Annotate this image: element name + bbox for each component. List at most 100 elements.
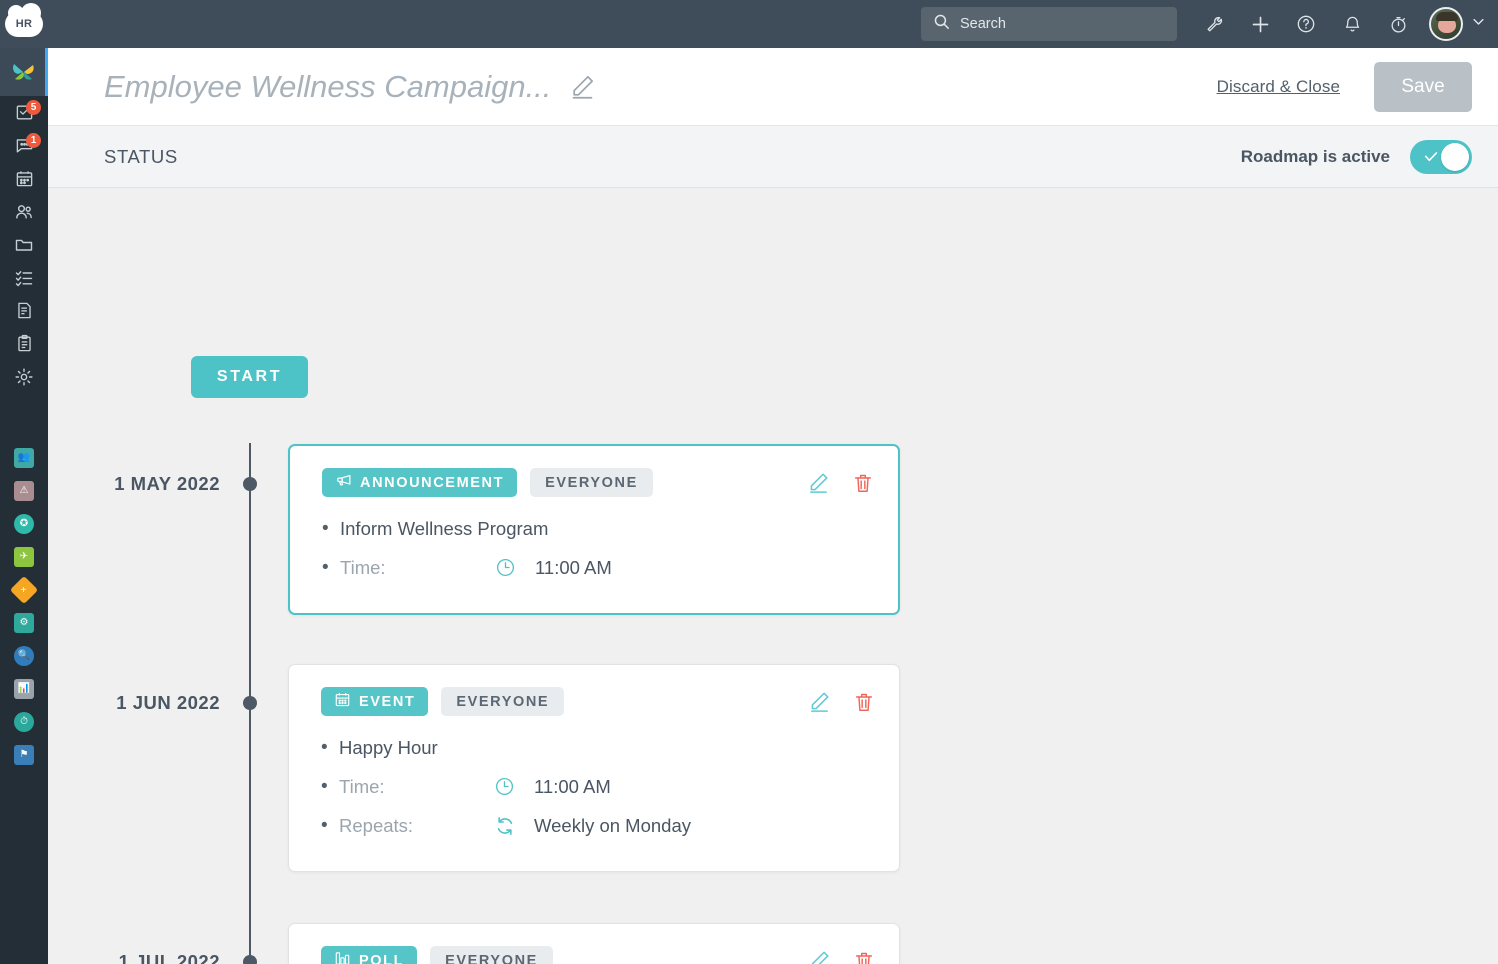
card-title-line: • Happy Hour [321,728,867,767]
card-header: POLL EVERYONE [289,924,899,964]
card-header: EVENT EVERYONE [289,665,899,716]
clock-icon [495,557,535,578]
help-circle-icon[interactable] [1283,0,1329,48]
sidebar-badge-inbox: 5 [26,100,41,115]
card-field-row: • Time: 11:00 AM [322,548,866,587]
card-body: • Happy Hour • Time: 11:00 AM • Repeats:… [289,716,899,871]
timeline-date: 1 JUN 2022 [116,692,220,713]
butterfly-logo-icon[interactable] [0,48,48,96]
trash-icon[interactable] [852,472,874,494]
chevron-down-icon[interactable] [1471,14,1486,34]
avatar[interactable] [1429,7,1463,41]
save-button[interactable]: Save [1374,61,1472,112]
start-button[interactable]: START [191,356,308,398]
timeline-date: 1 MAY 2022 [114,473,220,494]
card-header: ANNOUNCEMENT EVERYONE [290,446,898,497]
sidebar-item-folder[interactable] [0,228,48,261]
roadmap-timeline: START 1 MAY 2022 ANNOUNCEMENT EVERYONE •… [48,188,1498,964]
card-field-key: Time: [340,556,386,578]
clock-icon [494,776,534,797]
bullet-icon: • [321,737,328,758]
timeline-dot [243,955,257,964]
main-content: Employee Wellness Campaign... Discard & … [48,48,1498,964]
bell-icon[interactable] [1329,0,1375,48]
card-type-label: EVENT [359,693,416,710]
bullet-icon: • [321,776,328,797]
sidebar-item-document[interactable] [0,294,48,327]
card-field-value: Weekly on Monday [534,814,691,836]
card-actions [808,690,875,713]
card-field-key: Time: [339,775,385,797]
pencil-icon[interactable] [808,690,831,713]
bullet-icon: • [322,557,329,578]
card-audience-badge: EVERYONE [430,946,553,964]
card-title: Inform Wellness Program [340,517,549,539]
brand-logo-text: HR [15,18,33,30]
campaign-title-bar: Employee Wellness Campaign... Discard & … [48,48,1498,126]
page-title: Employee Wellness Campaign... [104,68,552,104]
sidebar-badge-chat: 1 [26,133,41,148]
timeline-date: 1 JUL 2022 [118,951,220,964]
toggle-knob [1441,142,1469,171]
card-type-label: POLL [359,952,405,964]
app-time-icon[interactable]: ⏱ [0,705,48,738]
sidebar-item-inbox[interactable]: 5 [0,96,48,129]
status-label: STATUS [104,145,178,167]
timeline-dot [243,696,257,710]
top-navigation-bar: HR Search [0,0,1498,48]
timer-icon[interactable] [1375,0,1421,48]
card-type-badge: EVENT [321,687,429,716]
app-alert-icon[interactable]: ⚠ [0,474,48,507]
app-flag-icon[interactable]: ⚑ [0,738,48,771]
sidebar-item-checklist[interactable] [0,261,48,294]
card-type-badge: POLL [321,946,418,964]
roadmap-active-label: Roadmap is active [1240,146,1390,166]
megaphone-icon [335,472,352,493]
pencil-icon[interactable] [569,73,596,100]
search-input[interactable]: Search [921,7,1177,41]
app-search-icon[interactable]: 🔍 [0,639,48,672]
card-title: Happy Hour [339,736,438,758]
card-audience-badge: EVERYONE [441,687,565,716]
app-settings-icon[interactable]: ⚙ [0,606,48,639]
card-field-key: Repeats: [339,814,414,836]
card-field-row: • Repeats: Weekly on Monday [321,806,867,845]
timeline-dot [243,477,257,491]
card-actions [807,471,874,494]
card-body: • Inform Wellness Program • Time: 11:00 … [290,497,898,613]
sidebar-item-chat[interactable]: 1 [0,129,48,162]
pencil-icon[interactable] [807,471,830,494]
sidebar-item-settings[interactable] [0,360,48,393]
left-sidebar-rail: 5 1 👥 ⚠ ✪ ✈ + ⚙ 🔍 📊 ⏱ ⚑ [0,48,48,964]
timeline-card[interactable]: ANNOUNCEMENT EVERYONE • Inform Wellness … [288,444,900,615]
user-menu[interactable] [1421,7,1498,41]
app-people-icon[interactable]: 👥 [0,441,48,474]
app-badge-icon[interactable]: ✪ [0,507,48,540]
discard-and-close-link[interactable]: Discard & Close [1217,77,1340,97]
brand-logo[interactable]: HR [0,0,48,48]
app-add-icon[interactable]: + [0,573,48,606]
sidebar-item-people[interactable] [0,195,48,228]
plus-icon[interactable] [1237,0,1283,48]
wrench-icon[interactable] [1191,0,1237,48]
card-field-value: 11:00 AM [535,556,612,578]
timeline-card[interactable]: POLL EVERYONE [288,923,900,964]
card-field-row: • Time: 11:00 AM [321,767,867,806]
pencil-icon[interactable] [808,949,831,964]
card-field-value: 11:00 AM [534,775,611,797]
card-type-badge: ANNOUNCEMENT [322,468,518,497]
card-actions [808,949,875,964]
sidebar-item-calendar[interactable] [0,162,48,195]
timeline-card[interactable]: EVENT EVERYONE • Happy Hour • Time: 11:0… [288,664,900,872]
roadmap-active-toggle[interactable] [1410,139,1472,174]
check-icon [1423,149,1439,170]
app-leave-icon[interactable]: ✈ [0,540,48,573]
bullet-icon: • [321,815,328,836]
sidebar-item-clipboard[interactable] [0,327,48,360]
trash-icon[interactable] [853,691,875,713]
card-title-line: • Inform Wellness Program [322,509,866,548]
app-root: HR Search 5 1 👥 ⚠ ✪ ✈ + ⚙ 🔍 📊 ⏱ ⚑ Employ… [0,0,1498,964]
trash-icon[interactable] [853,950,875,964]
app-report-icon[interactable]: 📊 [0,672,48,705]
search-placeholder: Search [960,16,1006,32]
